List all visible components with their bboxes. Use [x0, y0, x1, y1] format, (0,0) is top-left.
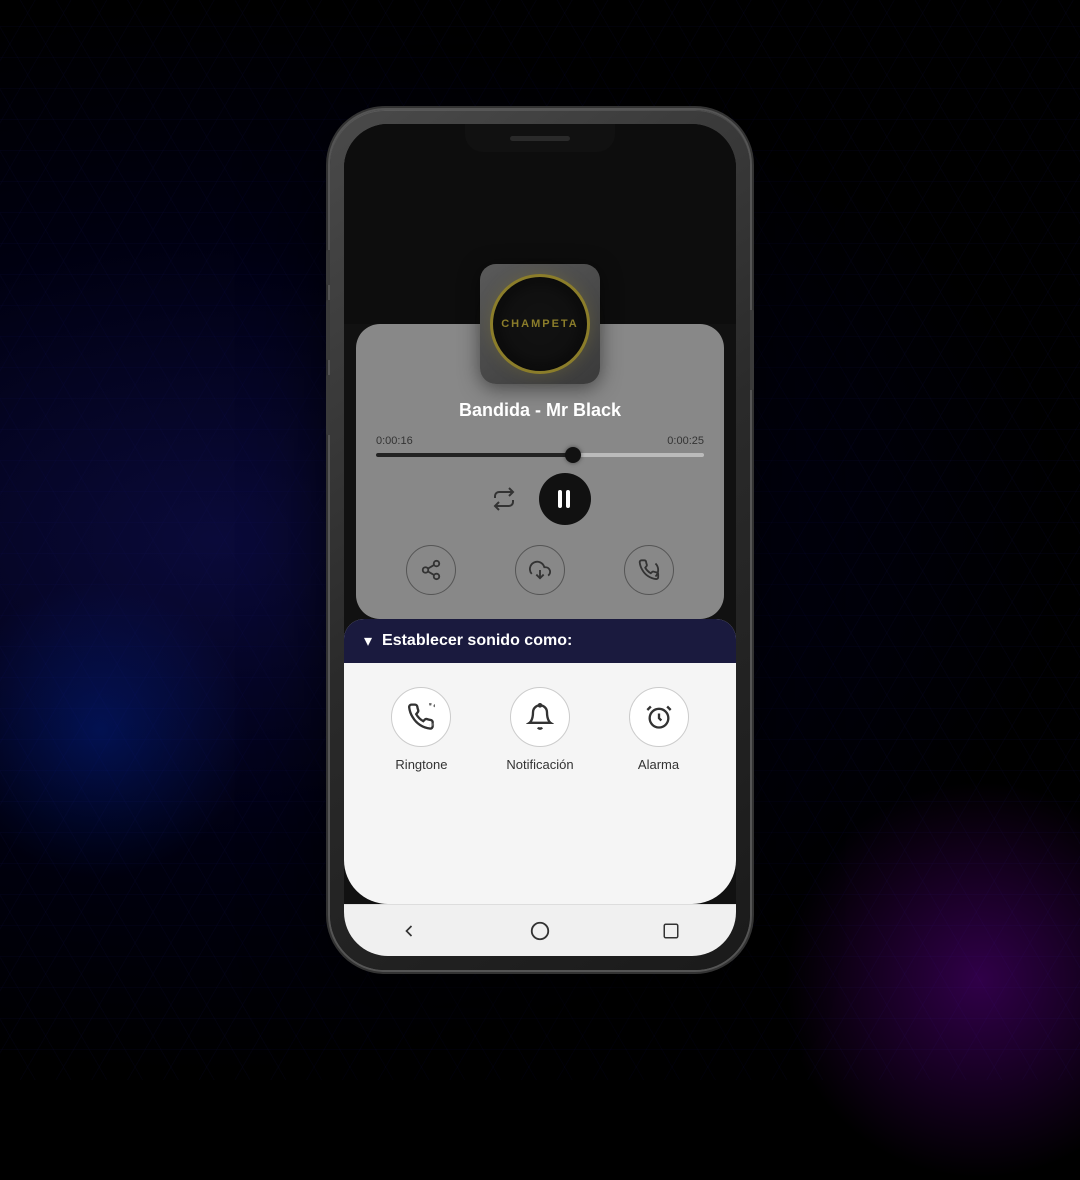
phone-device: CHAMPETA Bandida - Mr Black 0:00:16 0:00…	[330, 110, 750, 970]
ringtone-icon-circle	[391, 687, 451, 747]
alarm-label: Alarma	[638, 757, 679, 772]
phone-screen: CHAMPETA Bandida - Mr Black 0:00:16 0:00…	[344, 124, 736, 956]
establish-sound-label: Establecer sonido como:	[382, 632, 572, 650]
sound-options-container: Ringtone Notificación	[344, 663, 736, 788]
progress-fill	[376, 453, 573, 457]
glow-purple	[780, 780, 1080, 1180]
chevron-down-icon[interactable]: ▾	[364, 631, 372, 651]
repeat-icon[interactable]	[489, 484, 519, 514]
album-art-background: CHAMPETA	[480, 264, 600, 384]
bottom-panel: ▾ Establecer sonido como:	[344, 619, 736, 904]
album-art-wrapper: CHAMPETA	[376, 264, 704, 384]
player-card: CHAMPETA Bandida - Mr Black 0:00:16 0:00…	[356, 324, 724, 619]
song-title: Bandida - Mr Black	[376, 400, 704, 421]
screen-content: CHAMPETA Bandida - Mr Black 0:00:16 0:00…	[344, 124, 736, 956]
action-buttons	[376, 545, 704, 595]
glow-blue	[0, 580, 250, 880]
progress-bar[interactable]	[376, 453, 704, 457]
album-label: CHAMPETA	[501, 318, 579, 330]
pause-button[interactable]	[539, 473, 591, 525]
power-button[interactable]	[750, 310, 754, 390]
time-total: 0:00:25	[667, 435, 704, 447]
ringtone-option[interactable]: Ringtone	[391, 687, 451, 772]
playback-controls	[376, 473, 704, 525]
alarm-option[interactable]: Alarma	[629, 687, 689, 772]
notch	[465, 124, 615, 152]
volume-down-button[interactable]	[326, 375, 330, 435]
pause-bar-left	[558, 490, 562, 508]
pause-bar-right	[566, 490, 570, 508]
progress-times: 0:00:16 0:00:25	[376, 435, 704, 447]
phone-shell: CHAMPETA Bandida - Mr Black 0:00:16 0:00…	[330, 110, 750, 970]
home-button[interactable]	[520, 911, 560, 951]
set-ringtone-button[interactable]	[624, 545, 674, 595]
pause-icon	[558, 490, 572, 508]
notification-option[interactable]: Notificación	[506, 687, 573, 772]
speaker	[510, 136, 570, 141]
volume-up-button[interactable]	[326, 300, 330, 360]
volume-toggle-button[interactable]	[326, 250, 330, 285]
download-button[interactable]	[515, 545, 565, 595]
establish-sound-bar: ▾ Establecer sonido como:	[344, 619, 736, 663]
time-current: 0:00:16	[376, 435, 413, 447]
album-circle: CHAMPETA	[490, 274, 590, 374]
alarm-icon-circle	[629, 687, 689, 747]
notification-label: Notificación	[506, 757, 573, 772]
back-button[interactable]	[389, 911, 429, 951]
recent-apps-button[interactable]	[651, 911, 691, 951]
notification-icon-circle	[510, 687, 570, 747]
ringtone-label: Ringtone	[395, 757, 447, 772]
progress-thumb[interactable]	[565, 447, 581, 463]
share-button[interactable]	[406, 545, 456, 595]
navigation-bar	[344, 904, 736, 956]
